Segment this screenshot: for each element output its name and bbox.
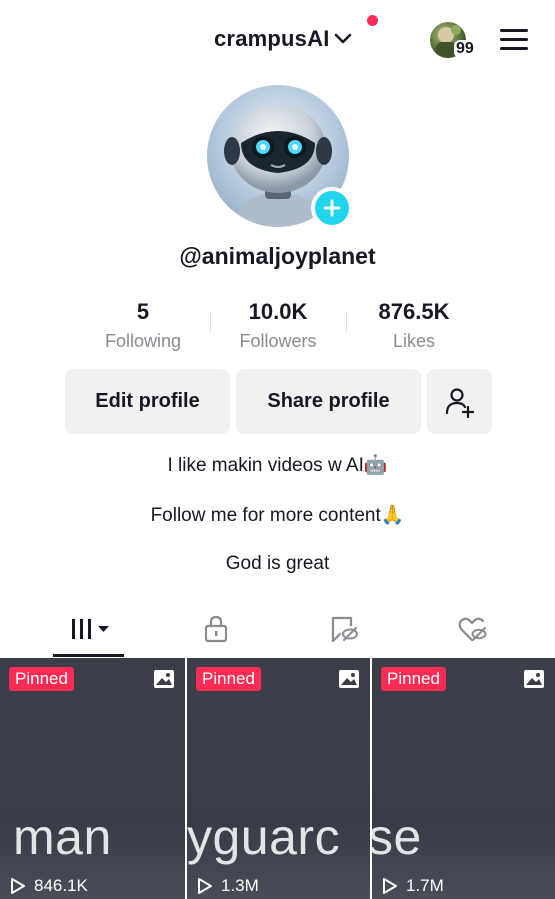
stat-followers[interactable]: 10.0K Followers [213, 298, 343, 355]
stat-divider [210, 312, 211, 334]
video-grid: Pinned man 846.1K Pinned yguarc 1.3M Pin… [0, 658, 555, 899]
lock-icon [204, 615, 228, 643]
share-profile-button[interactable]: Share profile [236, 369, 421, 434]
view-count: 1.3M [197, 876, 259, 896]
photo-icon [154, 670, 174, 688]
bio-line: Follow me for more content🙏 [150, 505, 405, 526]
tab-videos[interactable] [58, 612, 118, 646]
tab-favorites[interactable] [324, 612, 364, 646]
account-avatar-button[interactable]: 99 [430, 22, 480, 62]
video-overlay-text: se [372, 809, 422, 865]
video-overlay-text: yguarc [187, 809, 341, 865]
pinned-badge: Pinned [196, 667, 261, 691]
account-switcher[interactable]: crampusAI [214, 26, 352, 52]
profile-username: @animaljoyplanet [179, 243, 376, 269]
stat-followers-count: 10.0K [248, 299, 308, 324]
view-count: 1.7M [382, 876, 444, 896]
play-icon [383, 878, 397, 894]
play-icon [198, 878, 212, 894]
profile-stats: 5 Following 10.0K Followers 876.5K Likes [78, 298, 478, 358]
grid-videos-icon [72, 619, 109, 639]
video-thumbnail[interactable]: Pinned man 846.1K [0, 658, 185, 899]
account-name: crampusAI [214, 26, 330, 51]
top-bar: crampusAI 99 [0, 0, 555, 80]
video-thumbnail[interactable]: Pinned yguarc 1.3M [187, 658, 370, 899]
tab-liked[interactable] [452, 612, 492, 646]
edit-profile-button[interactable]: Edit profile [65, 369, 230, 434]
bio-line: I like makin videos w AI🤖 [167, 455, 388, 476]
video-thumbnail[interactable]: Pinned se 1.7M [372, 658, 555, 899]
video-overlay-text: man [13, 809, 112, 865]
view-count-text: 1.3M [221, 876, 259, 895]
photo-icon [339, 670, 359, 688]
stat-following-count: 5 [136, 299, 150, 324]
pinned-badge: Pinned [381, 667, 446, 691]
stat-likes[interactable]: 876.5K Likes [349, 298, 479, 355]
profile-tabs [0, 600, 555, 658]
stat-divider [346, 312, 347, 334]
active-tab-indicator [53, 654, 124, 657]
plus-icon [323, 199, 341, 217]
add-person-icon [445, 387, 474, 418]
stat-followers-label: Followers [239, 331, 317, 351]
liked-heart-icon [458, 617, 487, 642]
view-count-text: 1.7M [406, 876, 444, 895]
stat-following[interactable]: 5 Following [78, 298, 208, 355]
add-friend-button[interactable] [427, 369, 492, 434]
menu-icon[interactable] [500, 29, 528, 51]
bio-line: God is great [225, 553, 330, 574]
stat-likes-count: 876.5K [378, 299, 450, 324]
pinned-badge: Pinned [9, 667, 74, 691]
notification-dot [367, 15, 378, 26]
stat-likes-label: Likes [392, 331, 436, 351]
notification-count-badge: 99 [454, 40, 476, 58]
view-count: 846.1K [10, 876, 88, 896]
play-icon [11, 878, 25, 894]
stat-following-label: Following [104, 331, 182, 351]
photo-icon [524, 670, 544, 688]
chevron-down-icon [334, 33, 351, 44]
tab-private[interactable] [196, 612, 236, 646]
bookmark-icon [331, 616, 358, 643]
add-photo-button[interactable] [311, 187, 353, 229]
view-count-text: 846.1K [34, 876, 88, 895]
